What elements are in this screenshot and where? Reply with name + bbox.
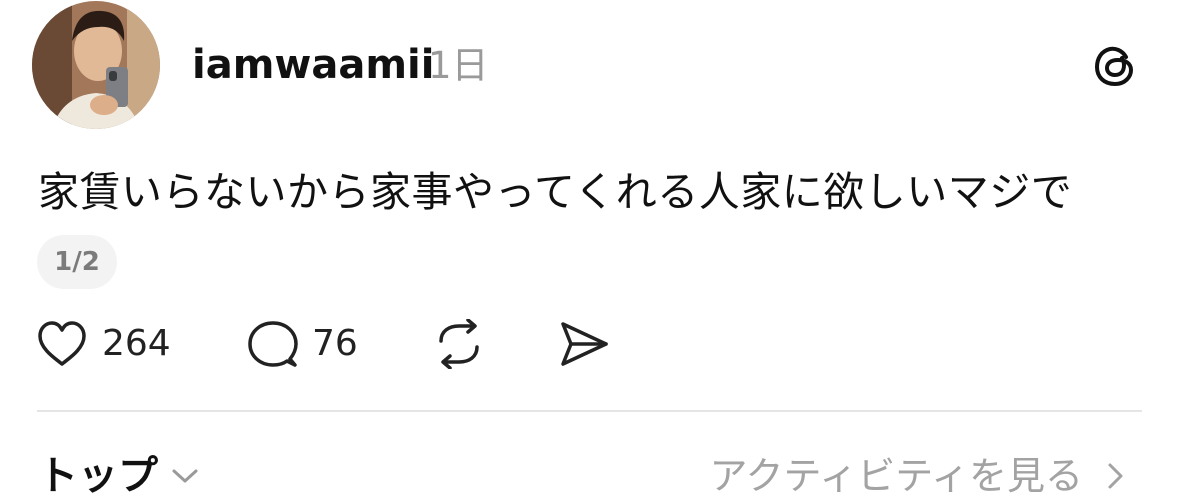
reply-button[interactable]: 76 (246, 316, 358, 372)
view-activity-link[interactable]: アクティビティを見る (709, 448, 1127, 504)
like-button[interactable]: 264 (36, 316, 171, 372)
sort-label: トップ (38, 453, 158, 499)
timestamp: 1日 (428, 44, 489, 87)
repost-button[interactable] (432, 316, 486, 372)
avatar[interactable] (32, 1, 160, 129)
chevron-right-icon (1108, 463, 1123, 489)
heart-icon (38, 321, 86, 366)
speech-bubble-icon (248, 321, 298, 367)
sort-dropdown[interactable]: トップ (38, 448, 200, 504)
threads-logo-icon[interactable] (1091, 42, 1139, 90)
repost-icon (439, 319, 479, 369)
chevron-down-icon (172, 469, 198, 483)
username[interactable]: iamwaamii (192, 38, 434, 92)
divider (37, 410, 1142, 412)
paper-plane-icon (561, 322, 608, 366)
avatar-photo (32, 1, 160, 129)
post-text: 家賃いらないから家事やってくれる人家に欲しいマジで (38, 168, 1073, 216)
activity-label: アクティビティを見る (709, 454, 1083, 498)
share-button[interactable] (558, 316, 610, 372)
like-count: 264 (102, 323, 171, 364)
reply-count: 76 (312, 323, 358, 364)
page-indicator[interactable]: 1/2 (37, 235, 117, 289)
